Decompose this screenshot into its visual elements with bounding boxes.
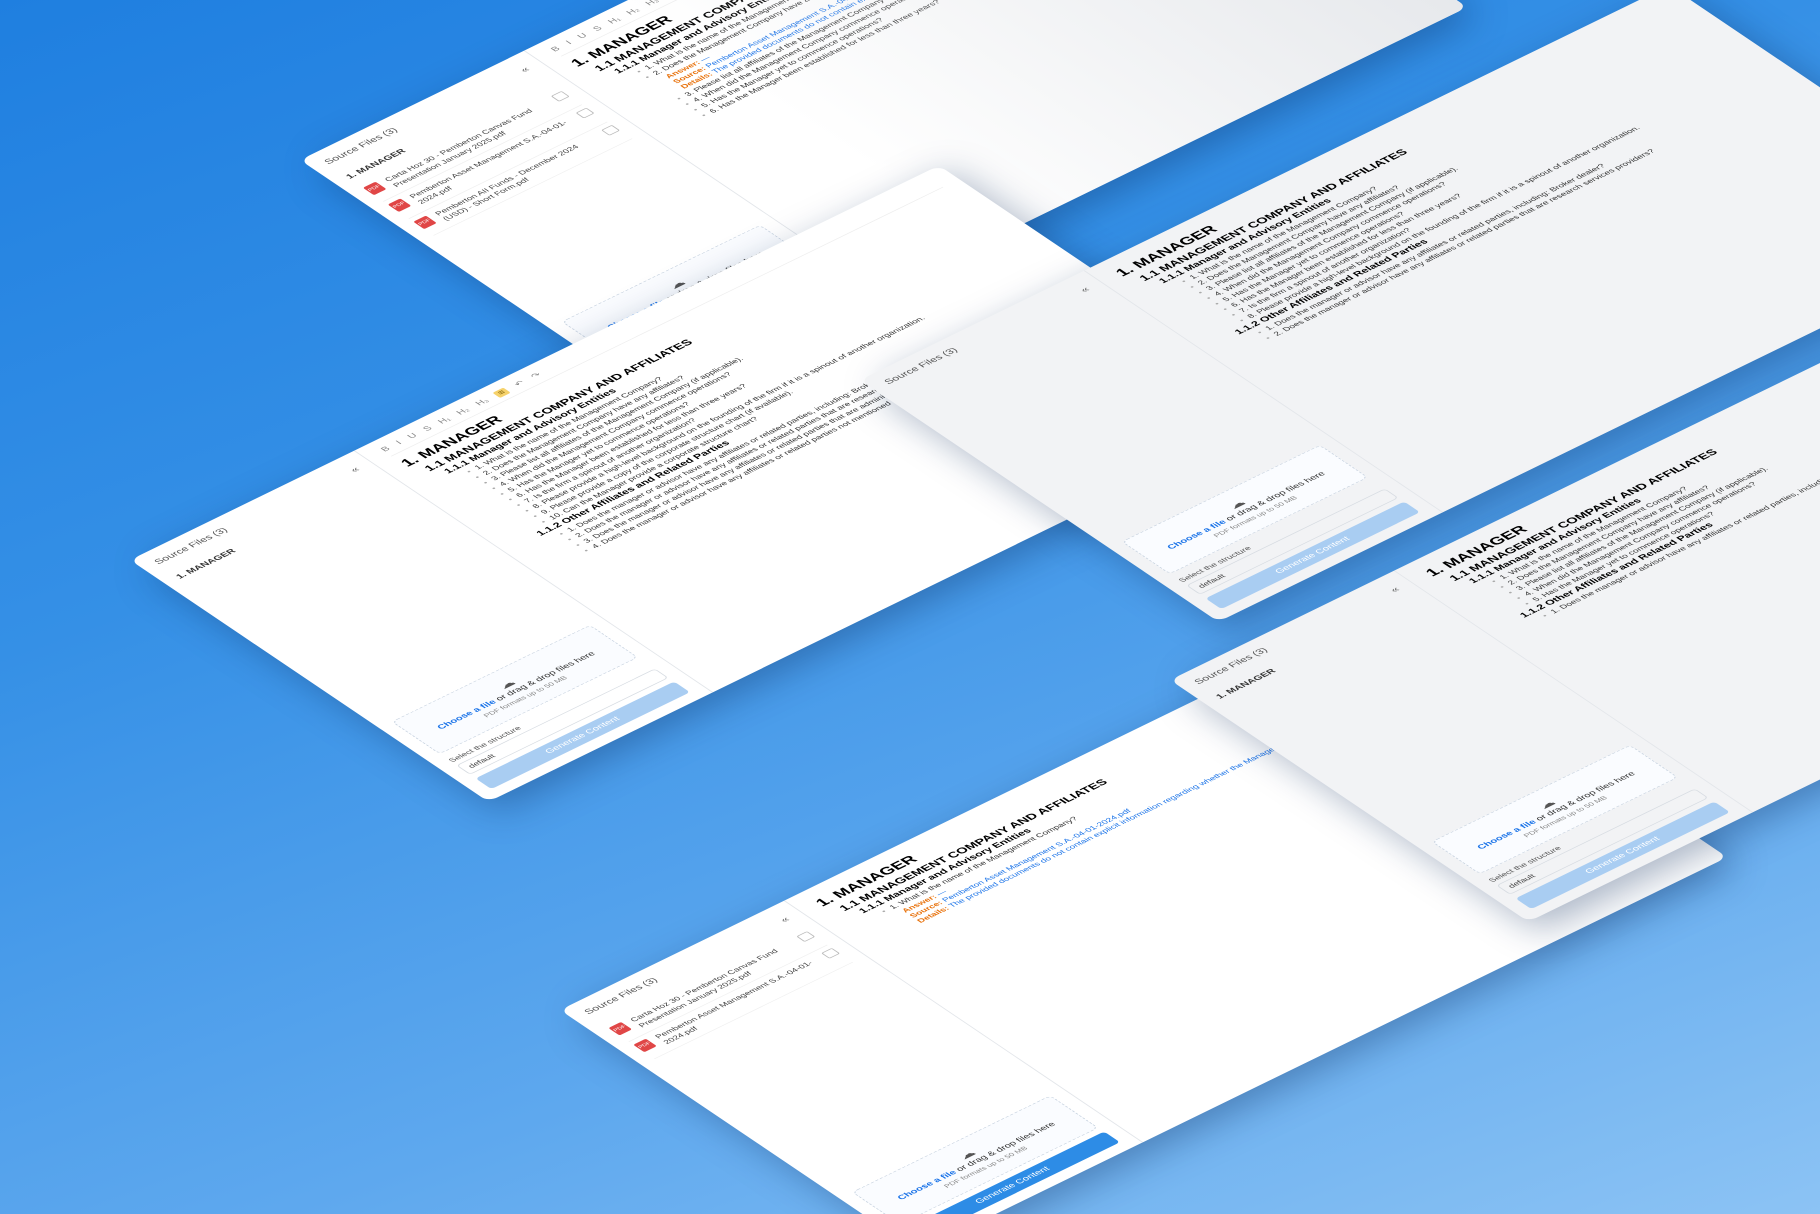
h2-button[interactable]: H₂ bbox=[455, 406, 473, 416]
italic-button[interactable]: I bbox=[394, 440, 404, 446]
undo-icon[interactable]: ↶ bbox=[512, 379, 527, 388]
collapse-sidebar-icon[interactable]: « bbox=[1077, 285, 1093, 294]
collapse-sidebar-icon[interactable]: « bbox=[347, 465, 363, 474]
pdf-icon: PDF bbox=[387, 198, 412, 213]
highlight-button[interactable]: ≡ bbox=[492, 387, 511, 398]
cloud-upload-icon: ☁ bbox=[955, 1147, 979, 1162]
pdf-icon: PDF bbox=[608, 1021, 633, 1036]
bold-button[interactable]: B bbox=[379, 445, 393, 453]
redo-icon[interactable]: ↷ bbox=[529, 371, 544, 380]
outline-item[interactable]: 1. MANAGER bbox=[1214, 598, 1420, 701]
collage-stage: Source Files (3) « 1. MANAGER PDF Carta H… bbox=[0, 0, 1820, 1214]
collapse-sidebar-icon[interactable]: « bbox=[777, 915, 793, 924]
h1-button[interactable]: H₁ bbox=[606, 16, 623, 26]
underline-button[interactable]: U bbox=[406, 432, 420, 440]
bold-button[interactable]: B bbox=[549, 45, 563, 53]
delete-icon[interactable] bbox=[575, 107, 595, 119]
italic-button[interactable]: I bbox=[564, 40, 574, 46]
h3-button[interactable]: H₃ bbox=[474, 397, 492, 407]
strike-button[interactable]: S bbox=[421, 425, 435, 433]
strike-button[interactable]: S bbox=[591, 25, 605, 33]
delete-icon[interactable] bbox=[821, 948, 841, 959]
pdf-icon: PDF bbox=[413, 215, 437, 230]
delete-icon[interactable] bbox=[796, 931, 816, 942]
delete-icon[interactable] bbox=[550, 90, 570, 102]
h1-button[interactable]: H₁ bbox=[436, 416, 453, 426]
h3-button[interactable]: H₃ bbox=[644, 0, 662, 7]
collapse-sidebar-icon[interactable]: « bbox=[1387, 585, 1403, 594]
pdf-icon: PDF bbox=[362, 181, 387, 196]
underline-button[interactable]: U bbox=[576, 32, 590, 40]
outline-item[interactable]: 1. MANAGER bbox=[174, 478, 380, 581]
collapse-sidebar-icon[interactable]: « bbox=[517, 65, 533, 74]
pdf-icon: PDF bbox=[633, 1038, 658, 1053]
delete-icon[interactable] bbox=[600, 124, 620, 136]
h2-button[interactable]: H₂ bbox=[625, 6, 643, 16]
